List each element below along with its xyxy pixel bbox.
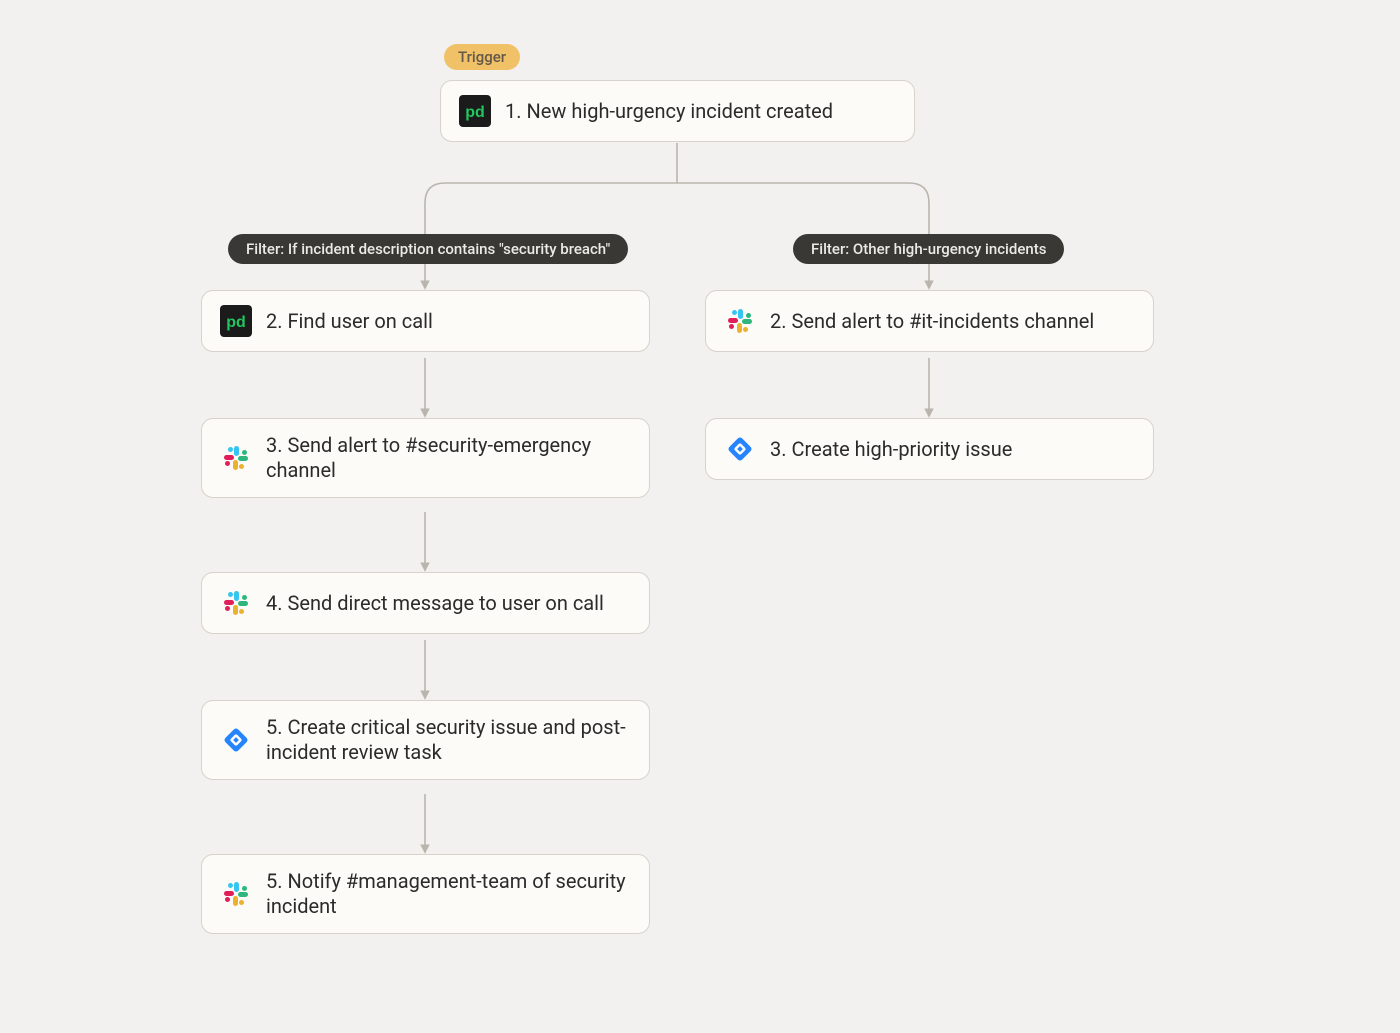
root-step-label: 1. New high-urgency incident created bbox=[505, 99, 833, 124]
workflow-canvas: Trigger pd 1. New high-urgency incident … bbox=[20, 20, 1380, 1013]
right-step-1-label: 2. Send alert to #it-incidents channel bbox=[770, 309, 1094, 334]
svg-text:pd: pd bbox=[226, 314, 246, 331]
slack-icon bbox=[724, 305, 756, 337]
pagerduty-icon: pd bbox=[459, 95, 491, 127]
svg-text:pd: pd bbox=[465, 104, 485, 121]
trigger-badge: Trigger bbox=[444, 44, 520, 70]
root-step-card[interactable]: pd 1. New high-urgency incident created bbox=[440, 80, 915, 142]
left-step-2-label: 3. Send alert to #security-emergency cha… bbox=[266, 433, 631, 483]
slack-icon bbox=[220, 587, 252, 619]
right-step-card-2[interactable]: 3. Create high-priority issue bbox=[705, 418, 1154, 480]
filter-badge-right: Filter: Other high-urgency incidents bbox=[793, 234, 1064, 264]
left-step-card-3[interactable]: 4. Send direct message to user on call bbox=[201, 572, 650, 634]
left-step-5-label: 5. Notify #management-team of security i… bbox=[266, 869, 631, 919]
slack-icon bbox=[220, 442, 252, 474]
right-step-2-label: 3. Create high-priority issue bbox=[770, 437, 1012, 462]
left-step-4-label: 5. Create critical security issue and po… bbox=[266, 715, 631, 765]
trigger-label: Trigger bbox=[458, 48, 506, 66]
jira-icon bbox=[220, 724, 252, 756]
slack-icon bbox=[220, 878, 252, 910]
left-step-card-4[interactable]: 5. Create critical security issue and po… bbox=[201, 700, 650, 780]
left-step-3-label: 4. Send direct message to user on call bbox=[266, 591, 604, 616]
right-step-card-1[interactable]: 2. Send alert to #it-incidents channel bbox=[705, 290, 1154, 352]
left-step-card-2[interactable]: 3. Send alert to #security-emergency cha… bbox=[201, 418, 650, 498]
filter-badge-left: Filter: If incident description contains… bbox=[228, 234, 628, 264]
left-step-card-1[interactable]: pd 2. Find user on call bbox=[201, 290, 650, 352]
filter-left-label: Filter: If incident description contains… bbox=[246, 240, 610, 258]
left-step-card-5[interactable]: 5. Notify #management-team of security i… bbox=[201, 854, 650, 934]
pagerduty-icon: pd bbox=[220, 305, 252, 337]
filter-right-label: Filter: Other high-urgency incidents bbox=[811, 240, 1046, 258]
left-step-1-label: 2. Find user on call bbox=[266, 309, 433, 334]
jira-icon bbox=[724, 433, 756, 465]
